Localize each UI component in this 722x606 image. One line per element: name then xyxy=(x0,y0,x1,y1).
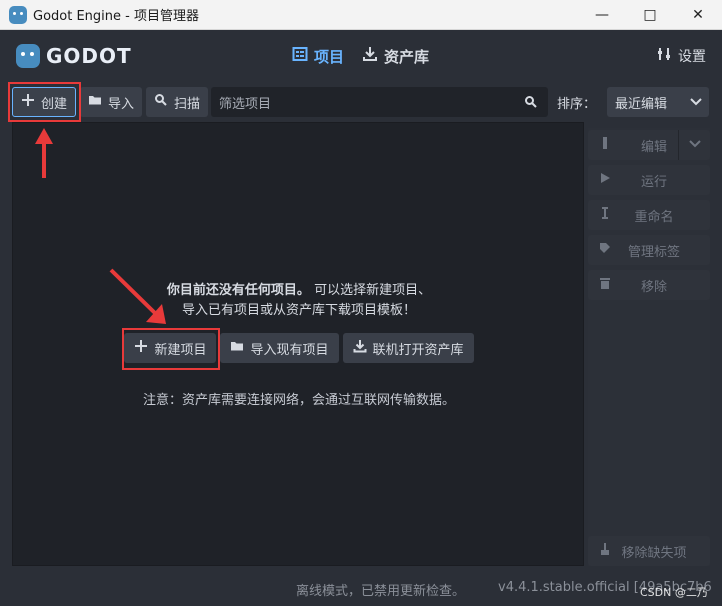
rename-button[interactable]: 重命名 xyxy=(588,200,710,230)
sort-value: 最近编辑 xyxy=(615,96,668,112)
run-label: 运行 xyxy=(640,174,667,190)
trash-icon xyxy=(598,276,612,294)
sort-label: 排序： xyxy=(557,96,597,112)
remove-label: 移除 xyxy=(640,279,667,295)
filter-projects-input[interactable]: 筛选项目 xyxy=(211,87,548,117)
remove-missing-label: 移除缺失项 xyxy=(621,545,687,561)
search-icon xyxy=(154,93,168,111)
network-note: 注意：资产库需要连接网络，会通过互联网传输数据。 xyxy=(142,393,455,408)
window-controls: — □ ✕ xyxy=(578,0,722,30)
settings-label: 设置 xyxy=(678,49,706,65)
empty-message-line2: 导入已有项目或从资产库下载项目模板！ xyxy=(181,303,416,318)
project-list-panel: 你目前还没有任何项目。 可以选择新建项目、 导入已有项目或从资产库下载项目模板！… xyxy=(12,122,584,566)
edit-icon xyxy=(598,136,612,154)
scan-button[interactable]: 扫描 xyxy=(146,87,209,117)
filter-placeholder: 筛选项目 xyxy=(219,96,272,112)
import-existing-project-button[interactable]: 导入现有项目 xyxy=(220,333,339,363)
import-existing-label: 导入现有项目 xyxy=(250,342,329,358)
empty-message-bold: 你目前还没有任何项目。 xyxy=(166,283,310,298)
window-titlebar: Godot Engine - 项目管理器 — □ ✕ xyxy=(0,0,722,30)
offline-status: 离线模式，已禁用更新检查。 xyxy=(296,584,466,599)
tab-asset-library-label: 资产库 xyxy=(384,47,430,66)
close-button[interactable]: ✕ xyxy=(674,0,722,30)
godot-logo-icon xyxy=(16,44,40,68)
play-icon xyxy=(598,171,612,189)
tab-projects-label: 项目 xyxy=(314,47,345,66)
project-toolbar: 创建 导入 扫描 筛选项目 排序： 最近编辑 xyxy=(0,82,722,122)
edit-options-dropdown[interactable] xyxy=(678,130,710,160)
logo-text: GODOT xyxy=(46,44,132,68)
open-asset-library-button[interactable]: 联机打开资产库 xyxy=(342,333,474,363)
tab-asset-library[interactable]: 资产库 xyxy=(362,46,429,67)
project-actions-sidebar: 编辑 运行 重命名 管理标签 移除 移除缺失项 xyxy=(588,128,710,566)
top-tabs: 项目 资产库 xyxy=(292,30,429,82)
edit-button[interactable]: 编辑 xyxy=(588,130,710,160)
godot-logo: GODOT xyxy=(16,44,132,68)
scan-label: 扫描 xyxy=(174,96,201,112)
watermark-text: CSDN @二乃 xyxy=(640,586,708,599)
manage-tags-label: 管理标签 xyxy=(627,244,680,260)
chevron-down-icon xyxy=(689,94,703,108)
manage-tags-button[interactable]: 管理标签 xyxy=(588,235,710,265)
settings-icon xyxy=(656,46,672,66)
tag-icon xyxy=(598,241,612,259)
empty-projects-message: 你目前还没有任何项目。 可以选择新建项目、 导入已有项目或从资产库下载项目模板！ xyxy=(13,281,585,321)
chevron-down-icon xyxy=(688,136,702,154)
download-icon xyxy=(362,46,378,66)
import-label: 导入 xyxy=(108,96,135,112)
remove-button[interactable]: 移除 xyxy=(588,270,710,300)
tab-projects[interactable]: 项目 xyxy=(292,46,344,67)
search-icon xyxy=(524,95,538,109)
annotation-box-new-project xyxy=(122,328,220,370)
window-title: Godot Engine - 项目管理器 xyxy=(33,9,199,24)
broom-icon xyxy=(598,542,612,560)
run-button[interactable]: 运行 xyxy=(588,165,710,195)
projects-icon xyxy=(292,46,308,66)
rename-icon xyxy=(598,206,612,224)
sort-select[interactable]: 最近编辑 xyxy=(607,87,709,117)
minimize-button[interactable]: — xyxy=(578,0,626,30)
open-asset-library-label: 联机打开资产库 xyxy=(372,342,464,358)
status-bar: 离线模式，已禁用更新检查。 v4.4.1.stable.official [49… xyxy=(0,572,722,606)
empty-message-rest: 可以选择新建项目、 xyxy=(314,283,432,298)
godot-app-icon xyxy=(9,5,27,24)
folder-icon xyxy=(230,339,244,357)
rename-label: 重命名 xyxy=(634,209,674,225)
remove-missing-button[interactable]: 移除缺失项 xyxy=(588,536,710,566)
download-icon xyxy=(353,339,367,357)
folder-icon xyxy=(88,93,102,111)
maximize-button[interactable]: □ xyxy=(626,0,674,30)
annotation-box-create xyxy=(8,82,81,122)
settings-button[interactable]: 设置 xyxy=(656,30,706,82)
project-manager-header: GODOT 项目 资产库 设置 xyxy=(0,30,722,82)
empty-actions: 新建项目 导入现有项目 联机打开资产库 xyxy=(13,333,585,363)
import-button[interactable]: 导入 xyxy=(80,87,143,117)
